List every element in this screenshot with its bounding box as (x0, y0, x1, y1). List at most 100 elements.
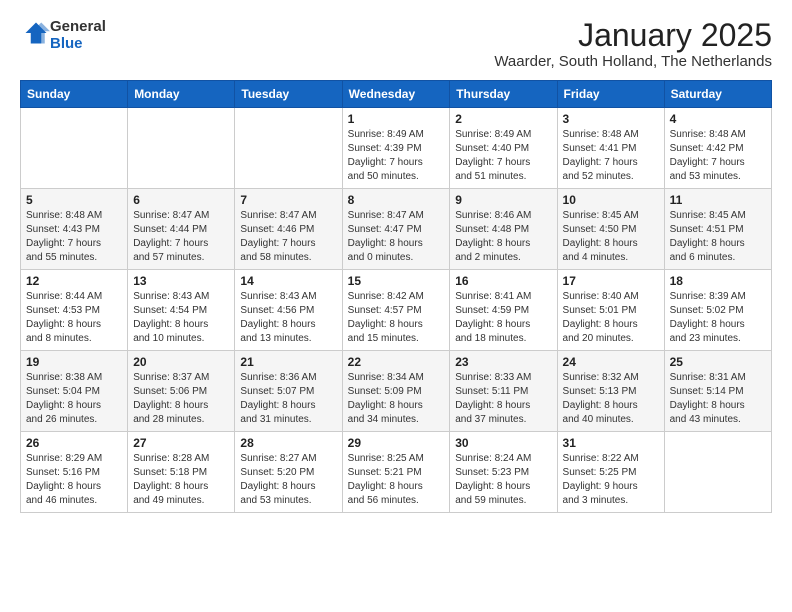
week-row-1: 1Sunrise: 8:49 AMSunset: 4:39 PMDaylight… (21, 108, 772, 189)
calendar-cell: 14Sunrise: 8:43 AMSunset: 4:56 PMDayligh… (235, 270, 342, 351)
calendar-cell: 29 Sunrise: 8:25 AMSunset: 5:21 PMDayligh… (342, 432, 450, 513)
day-number: 25 (670, 355, 766, 369)
week-row-2: 5 Sunrise: 8:48 AMSunset: 4:43 PMDaylight… (21, 189, 772, 270)
day-detail: Sunrise: 8:44 AMSunset: 4:53 PMDaylight:… (26, 290, 122, 346)
day-detail: Sunrise: 8:45 AMSunset: 4:51 PMDaylight:… (670, 209, 766, 265)
calendar-cell: 20 Sunrise: 8:37 AMSunset: 5:06 PMDayligh… (128, 351, 235, 432)
day-number: 18 (670, 274, 766, 288)
day-number: 30 (455, 436, 551, 450)
day-detail: Sunrise: 8:48 AMSunset: 4:42 PMDaylight:… (670, 128, 766, 184)
day-detail: Sunrise: 8:36 AMSunset: 5:07 PMDaylight:… (240, 371, 336, 427)
day-detail: Sunrise: 8:49 AMSunset: 4:40 PMDaylight:… (455, 128, 551, 184)
day-detail: Sunrise: 8:43 AMSunset: 4:56 PMDaylight:… (240, 290, 336, 346)
day-detail: Sunrise: 8:38 AMSunset: 5:04 PMDaylight:… (26, 371, 122, 427)
calendar-cell: 4 Sunrise: 8:48 AMSunset: 4:42 PMDaylight… (664, 108, 771, 189)
day-number: 12 (26, 274, 122, 288)
calendar-cell: 19 Sunrise: 8:38 AMSunset: 5:04 PMDayligh… (21, 351, 128, 432)
weekday-header-saturday: Saturday (664, 81, 771, 108)
day-detail: Sunrise: 8:24 AMSunset: 5:23 PMDaylight:… (455, 452, 551, 508)
day-detail: Sunrise: 8:27 AMSunset: 5:20 PMDaylight:… (240, 452, 336, 508)
day-number: 26 (26, 436, 122, 450)
logo-icon (22, 19, 50, 47)
weekday-header-wednesday: Wednesday (342, 81, 450, 108)
day-detail: Sunrise: 8:46 AMSunset: 4:48 PMDaylight:… (455, 209, 551, 265)
calendar-cell: 9Sunrise: 8:46 AMSunset: 4:48 PMDaylight… (450, 189, 557, 270)
day-number: 29 (348, 436, 445, 450)
calendar-cell: 21 Sunrise: 8:36 AMSunset: 5:07 PMDayligh… (235, 351, 342, 432)
calendar-cell: 31Sunrise: 8:22 AMSunset: 5:25 PMDayligh… (557, 432, 664, 513)
day-number: 19 (26, 355, 122, 369)
calendar-cell: 3 Sunrise: 8:48 AMSunset: 4:41 PMDaylight… (557, 108, 664, 189)
page: General Blue January 2025 Waarder, South… (0, 0, 792, 531)
day-detail: Sunrise: 8:47 AMSunset: 4:44 PMDaylight:… (133, 209, 229, 265)
day-detail: Sunrise: 8:41 AMSunset: 4:59 PMDaylight:… (455, 290, 551, 346)
title-area: January 2025 Waarder, South Holland, The… (494, 18, 772, 70)
day-detail: Sunrise: 8:40 AMSunset: 5:01 PMDaylight:… (563, 290, 659, 346)
calendar-cell (128, 108, 235, 189)
calendar-cell: 28Sunrise: 8:27 AMSunset: 5:20 PMDayligh… (235, 432, 342, 513)
day-number: 2 (455, 112, 551, 126)
day-number: 22 (348, 355, 445, 369)
calendar-cell: 6 Sunrise: 8:47 AMSunset: 4:44 PMDaylight… (128, 189, 235, 270)
day-number: 8 (348, 193, 445, 207)
calendar-cell (235, 108, 342, 189)
calendar-cell: 30 Sunrise: 8:24 AMSunset: 5:23 PMDayligh… (450, 432, 557, 513)
calendar-cell: 15 Sunrise: 8:42 AMSunset: 4:57 PMDayligh… (342, 270, 450, 351)
logo-general: General (50, 18, 106, 35)
month-title: January 2025 (494, 18, 772, 53)
calendar-cell (21, 108, 128, 189)
day-number: 10 (563, 193, 659, 207)
day-detail: Sunrise: 8:48 AMSunset: 4:41 PMDaylight:… (563, 128, 659, 184)
calendar-cell: 24 Sunrise: 8:32 AMSunset: 5:13 PMDayligh… (557, 351, 664, 432)
weekday-header-row: SundayMondayTuesdayWednesdayThursdayFrid… (21, 81, 772, 108)
day-number: 5 (26, 193, 122, 207)
day-detail: Sunrise: 8:34 AMSunset: 5:09 PMDaylight:… (348, 371, 445, 427)
header: General Blue January 2025 Waarder, South… (20, 18, 772, 70)
calendar-cell: 11 Sunrise: 8:45 AMSunset: 4:51 PMDayligh… (664, 189, 771, 270)
day-number: 11 (670, 193, 766, 207)
day-number: 24 (563, 355, 659, 369)
location: Waarder, South Holland, The Netherlands (494, 53, 772, 70)
calendar-cell: 22 Sunrise: 8:34 AMSunset: 5:09 PMDayligh… (342, 351, 450, 432)
day-detail: Sunrise: 8:28 AMSunset: 5:18 PMDaylight:… (133, 452, 229, 508)
day-detail: Sunrise: 8:47 AMSunset: 4:46 PMDaylight:… (240, 209, 336, 265)
day-detail: Sunrise: 8:47 AMSunset: 4:47 PMDaylight:… (348, 209, 445, 265)
day-number: 6 (133, 193, 229, 207)
day-number: 15 (348, 274, 445, 288)
calendar-cell: 23 Sunrise: 8:33 AMSunset: 5:11 PMDayligh… (450, 351, 557, 432)
day-detail: Sunrise: 8:25 AMSunset: 5:21 PMDaylight:… (348, 452, 445, 508)
day-detail: Sunrise: 8:37 AMSunset: 5:06 PMDaylight:… (133, 371, 229, 427)
calendar-cell: 16 Sunrise: 8:41 AMSunset: 4:59 PMDayligh… (450, 270, 557, 351)
day-detail: Sunrise: 8:29 AMSunset: 5:16 PMDaylight:… (26, 452, 122, 508)
calendar-cell: 27Sunrise: 8:28 AMSunset: 5:18 PMDayligh… (128, 432, 235, 513)
weekday-header-friday: Friday (557, 81, 664, 108)
logo-blue: Blue (50, 35, 106, 52)
day-detail: Sunrise: 8:42 AMSunset: 4:57 PMDaylight:… (348, 290, 445, 346)
day-detail: Sunrise: 8:33 AMSunset: 5:11 PMDaylight:… (455, 371, 551, 427)
day-number: 4 (670, 112, 766, 126)
calendar-cell: 17 Sunrise: 8:40 AMSunset: 5:01 PMDayligh… (557, 270, 664, 351)
day-detail: Sunrise: 8:48 AMSunset: 4:43 PMDaylight:… (26, 209, 122, 265)
calendar-cell: 8 Sunrise: 8:47 AMSunset: 4:47 PMDaylight… (342, 189, 450, 270)
day-number: 20 (133, 355, 229, 369)
calendar-cell: 5 Sunrise: 8:48 AMSunset: 4:43 PMDaylight… (21, 189, 128, 270)
logo: General Blue (20, 18, 106, 53)
day-number: 3 (563, 112, 659, 126)
calendar-cell: 26 Sunrise: 8:29 AMSunset: 5:16 PMDayligh… (21, 432, 128, 513)
day-detail: Sunrise: 8:43 AMSunset: 4:54 PMDaylight:… (133, 290, 229, 346)
weekday-header-sunday: Sunday (21, 81, 128, 108)
day-number: 21 (240, 355, 336, 369)
weekday-header-tuesday: Tuesday (235, 81, 342, 108)
day-number: 17 (563, 274, 659, 288)
day-number: 16 (455, 274, 551, 288)
day-detail: Sunrise: 8:31 AMSunset: 5:14 PMDaylight:… (670, 371, 766, 427)
weekday-header-monday: Monday (128, 81, 235, 108)
day-detail: Sunrise: 8:32 AMSunset: 5:13 PMDaylight:… (563, 371, 659, 427)
calendar-cell: 18Sunrise: 8:39 AMSunset: 5:02 PMDayligh… (664, 270, 771, 351)
calendar-cell: 13Sunrise: 8:43 AMSunset: 4:54 PMDayligh… (128, 270, 235, 351)
weekday-header-thursday: Thursday (450, 81, 557, 108)
day-number: 23 (455, 355, 551, 369)
calendar-cell: 1Sunrise: 8:49 AMSunset: 4:39 PMDaylight… (342, 108, 450, 189)
day-detail: Sunrise: 8:49 AMSunset: 4:39 PMDaylight:… (348, 128, 445, 184)
calendar-cell: 25 Sunrise: 8:31 AMSunset: 5:14 PMDayligh… (664, 351, 771, 432)
